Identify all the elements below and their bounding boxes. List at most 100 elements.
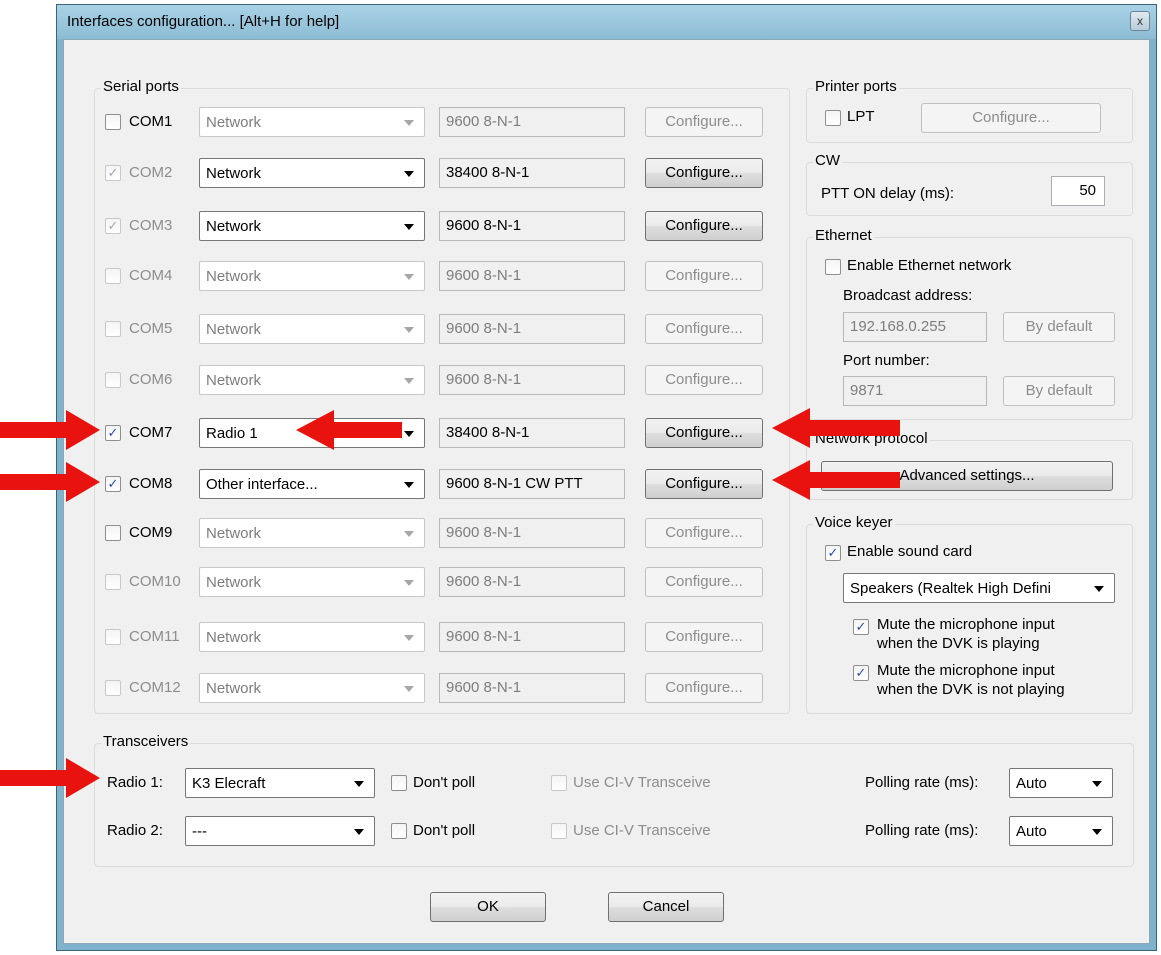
com-checkbox[interactable] <box>105 372 121 388</box>
com-label: COM3 <box>129 217 173 234</box>
port-configure-button[interactable]: Configure... <box>645 518 763 548</box>
enable-sound-card-label: Enable sound card <box>847 543 973 560</box>
broadcast-address-input[interactable]: 192.168.0.255 <box>843 312 987 342</box>
port-configure-button[interactable]: Configure... <box>645 418 763 448</box>
radio1-polling-label: Polling rate (ms): <box>865 774 979 791</box>
port-params-field: 9600 8-N-1 <box>439 673 625 703</box>
port-configure-button[interactable]: Configure... <box>645 107 763 137</box>
com-label: COM12 <box>129 679 181 696</box>
sound-device-select[interactable]: Speakers (Realtek High Defini <box>843 573 1115 603</box>
port-params-field: 9600 8-N-1 <box>439 261 625 291</box>
com-checkbox[interactable] <box>105 680 121 696</box>
broadcast-default-button[interactable]: By default <box>1003 312 1115 342</box>
mute-playing-checkbox[interactable]: ✓ <box>853 619 869 635</box>
com-checkbox[interactable] <box>105 525 121 541</box>
annotation-arrow-radio1-type <box>296 410 402 450</box>
port-default-button[interactable]: By default <box>1003 376 1115 406</box>
com-checkbox[interactable]: ✓ <box>105 425 121 441</box>
port-number-input[interactable]: 9871 <box>843 376 987 406</box>
cancel-button[interactable]: Cancel <box>608 892 724 922</box>
com-checkbox[interactable] <box>105 574 121 590</box>
com-checkbox[interactable]: ✓ <box>105 165 121 181</box>
port-type-select[interactable]: Network <box>199 518 425 548</box>
com-checkbox[interactable] <box>105 114 121 130</box>
mute-playing-label-line1: Mute the microphone input <box>877 616 1055 633</box>
title-bar[interactable]: Interfaces configuration... [Alt+H for h… <box>57 5 1156 39</box>
serial-ports-group: Serial ports COM1 Network 9600 8-N-1 Config… <box>94 78 790 714</box>
port-type-select[interactable]: Network <box>199 567 425 597</box>
lpt-checkbox[interactable] <box>825 110 841 126</box>
annotation-arrow-com7-configure <box>772 408 900 448</box>
chevron-down-icon <box>354 781 364 787</box>
com-label: COM11 <box>129 628 180 645</box>
port-configure-button[interactable]: Configure... <box>645 673 763 703</box>
radio2-polling-select[interactable]: Auto <box>1009 816 1113 846</box>
radio1-select[interactable]: K3 Elecraft <box>185 768 375 798</box>
port-configure-button[interactable]: Configure... <box>645 567 763 597</box>
port-configure-button[interactable]: Configure... <box>645 314 763 344</box>
port-params-field: 9600 8-N-1 <box>439 211 625 241</box>
transceivers-legend: Transceivers <box>101 733 191 750</box>
radio2-polling-label: Polling rate (ms): <box>865 822 979 839</box>
ptt-delay-input[interactable]: 50 <box>1051 176 1105 206</box>
port-configure-button[interactable]: Configure... <box>645 211 763 241</box>
port-type-select[interactable]: Network <box>199 622 425 652</box>
radio1-civ-checkbox[interactable] <box>551 775 567 791</box>
port-type-select[interactable]: Network <box>199 158 425 188</box>
port-configure-button[interactable]: Configure... <box>645 469 763 499</box>
printer-ports-group: Printer ports LPT Configure... <box>806 78 1133 143</box>
chevron-down-icon <box>404 482 414 488</box>
port-type-select[interactable]: Network <box>199 261 425 291</box>
radio2-select[interactable]: --- <box>185 816 375 846</box>
port-params-field: 9600 8-N-1 <box>439 107 625 137</box>
com-checkbox[interactable] <box>105 321 121 337</box>
port-params-field: 9600 8-N-1 CW PTT <box>439 469 625 499</box>
cw-group: CW PTT ON delay (ms): 50 <box>806 152 1133 216</box>
port-params-field: 9600 8-N-1 <box>439 622 625 652</box>
lpt-configure-button[interactable]: Configure... <box>921 103 1101 133</box>
port-configure-button[interactable]: Configure... <box>645 261 763 291</box>
radio2-dont-poll-label: Don't poll <box>413 822 476 839</box>
chevron-down-icon <box>404 635 414 641</box>
radio1-label: Radio 1: <box>107 774 163 791</box>
radio1-dont-poll-checkbox[interactable] <box>391 775 407 791</box>
chevron-down-icon <box>1092 781 1102 787</box>
radio2-civ-checkbox[interactable] <box>551 823 567 839</box>
com-checkbox[interactable] <box>105 629 121 645</box>
port-configure-button[interactable]: Configure... <box>645 622 763 652</box>
port-configure-button[interactable]: Configure... <box>645 158 763 188</box>
broadcast-address-label: Broadcast address: <box>843 287 973 304</box>
ok-button[interactable]: OK <box>430 892 546 922</box>
port-type-select[interactable]: Network <box>199 211 425 241</box>
com-label: COM6 <box>129 371 173 388</box>
enable-ethernet-checkbox[interactable] <box>825 259 841 275</box>
com-label: COM5 <box>129 320 173 337</box>
chevron-down-icon <box>404 171 414 177</box>
serial-ports-legend: Serial ports <box>101 78 181 95</box>
enable-sound-card-checkbox[interactable]: ✓ <box>825 545 841 561</box>
chevron-down-icon <box>1092 829 1102 835</box>
port-type-select[interactable]: Network <box>199 365 425 395</box>
port-configure-button[interactable]: Configure... <box>645 365 763 395</box>
com-checkbox[interactable] <box>105 268 121 284</box>
com-checkbox[interactable]: ✓ <box>105 218 121 234</box>
port-type-select[interactable]: Other interface... <box>199 469 425 499</box>
mute-not-playing-checkbox[interactable]: ✓ <box>853 665 869 681</box>
radio1-polling-select[interactable]: Auto <box>1009 768 1113 798</box>
chevron-down-icon <box>404 327 414 333</box>
chevron-down-icon <box>404 580 414 586</box>
port-type-select[interactable]: Network <box>199 107 425 137</box>
port-type-select[interactable]: Network <box>199 673 425 703</box>
cw-legend: CW <box>813 152 842 169</box>
port-params-field: 9600 8-N-1 <box>439 365 625 395</box>
port-params-field: 38400 8-N-1 <box>439 158 625 188</box>
radio2-dont-poll-checkbox[interactable] <box>391 823 407 839</box>
close-icon[interactable]: x <box>1130 11 1150 31</box>
com-label: COM2 <box>129 164 173 181</box>
com-checkbox[interactable]: ✓ <box>105 476 121 492</box>
voice-keyer-group: Voice keyer ✓ Enable sound card Speakers… <box>806 514 1133 714</box>
annotation-arrow-radio1 <box>0 758 100 798</box>
voice-keyer-legend: Voice keyer <box>813 514 895 531</box>
port-type-select[interactable]: Network <box>199 314 425 344</box>
port-number-label: Port number: <box>843 352 930 369</box>
